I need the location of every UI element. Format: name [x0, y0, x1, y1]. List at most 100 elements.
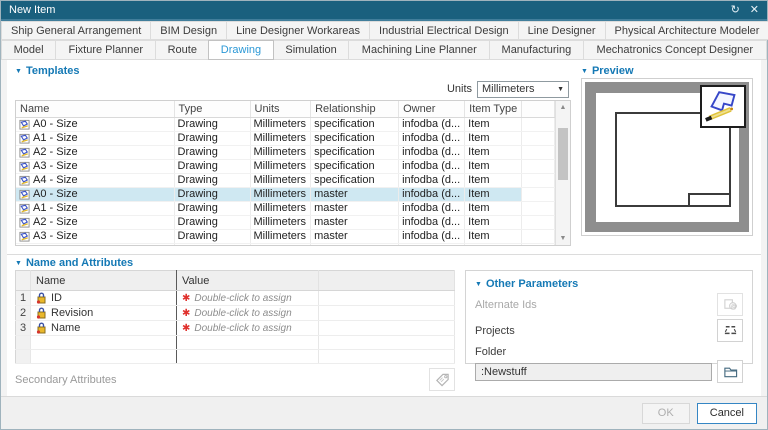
drawing-template-icon	[19, 203, 30, 214]
tab-mechatronics-concept-designer[interactable]: Mechatronics Concept Designer	[583, 40, 767, 60]
cancel-button[interactable]: Cancel	[697, 403, 757, 424]
attribute-row-id[interactable]: 1 ID ✱Double-click to assign	[16, 291, 455, 306]
tab-line-designer-workareas[interactable]: Line Designer Workareas	[226, 21, 370, 40]
tab-drawing[interactable]: Drawing	[208, 40, 274, 60]
title-bar: New Item ↻ ✕	[1, 1, 767, 19]
attribute-row-name[interactable]: 3 Name ✱Double-click to assign	[16, 321, 455, 336]
scroll-up-icon[interactable]: ▲	[560, 101, 567, 114]
templates-panel: ▼ Templates Units Millimeters ▼	[15, 63, 571, 246]
template-preview-image	[585, 82, 749, 232]
col-header-relationship[interactable]: Relationship	[311, 101, 399, 117]
col-header-item-type[interactable]: Item Type	[465, 101, 522, 117]
tab-model[interactable]: Model	[1, 40, 56, 60]
collapse-arrow-icon: ▼	[475, 281, 482, 288]
dialog-footer: OK Cancel	[1, 396, 767, 429]
table-row[interactable]: A4 - Size DrawingMillimetersmasterinfodb…	[16, 243, 555, 246]
folder-browse-button[interactable]	[717, 360, 743, 383]
preview-box	[581, 78, 753, 236]
drawing-template-icon	[19, 245, 30, 247]
tab-ship-general-arrangement[interactable]: Ship General Arrangement	[1, 21, 151, 40]
table-row[interactable]: A3 - Size DrawingMillimetersspecificatio…	[16, 159, 555, 173]
section-divider	[7, 254, 761, 255]
preview-header-label: Preview	[592, 65, 634, 77]
tab-manufacturing[interactable]: Manufacturing	[489, 40, 583, 60]
drawing-template-icon	[19, 175, 30, 186]
templates-section-header[interactable]: ▼ Templates	[15, 65, 571, 77]
close-icon[interactable]: ✕	[750, 1, 759, 19]
tab-row-2: Model Fixture Planner Route Drawing Simu…	[1, 40, 767, 60]
property-lock-icon	[36, 307, 47, 319]
vertical-scrollbar[interactable]: ▲ ▼	[555, 101, 570, 245]
drawing-type-overlay-icon	[700, 85, 746, 128]
drawing-template-icon	[19, 217, 30, 228]
attribute-row-empty[interactable]	[16, 336, 455, 350]
tab-route[interactable]: Route	[155, 40, 209, 60]
col-header-units[interactable]: Units	[250, 101, 311, 117]
secondary-attributes-label: Secondary Attributes	[15, 374, 117, 386]
tag-icon	[435, 372, 450, 387]
ok-button[interactable]: OK	[642, 403, 690, 424]
attribute-row-revision[interactable]: 2 Revision ✱Double-click to assign	[16, 306, 455, 321]
projects-grid-icon	[723, 323, 738, 338]
attr-col-header-value: Value	[177, 271, 319, 291]
tab-row-1: Ship General Arrangement BIM Design Line…	[1, 21, 767, 40]
drawing-template-icon	[19, 133, 30, 144]
secondary-attributes-tag-button[interactable]	[429, 368, 455, 391]
table-row-selected[interactable]: A0 - Size DrawingMillimetersmasterinfodb…	[16, 187, 555, 201]
table-row[interactable]: A4 - Size DrawingMillimetersspecificatio…	[16, 173, 555, 187]
name-attributes-section-header[interactable]: ▼ Name and Attributes	[15, 257, 753, 269]
table-row[interactable]: A2 - Size DrawingMillimetersmasterinfodb…	[16, 215, 555, 229]
folder-input[interactable]	[475, 363, 712, 381]
scrollbar-thumb[interactable]	[558, 128, 568, 180]
table-row[interactable]: A3 - Size DrawingMillimetersmasterinfodb…	[16, 229, 555, 243]
refresh-icon[interactable]: ↻	[731, 1, 740, 19]
attribute-value-cell[interactable]: ✱Double-click to assign	[177, 321, 319, 336]
attribute-value-cell[interactable]: ✱Double-click to assign	[177, 306, 319, 321]
scroll-down-icon[interactable]: ▼	[560, 232, 567, 245]
required-icon: ✱	[182, 293, 190, 304]
required-icon: ✱	[182, 308, 190, 319]
drawing-template-icon	[19, 147, 30, 158]
other-parameters-panel: ▼ Other Parameters Alternate Ids @ Proje…	[465, 270, 753, 364]
other-parameters-section-header[interactable]: ▼ Other Parameters	[475, 278, 743, 290]
collapse-arrow-icon: ▼	[15, 68, 22, 75]
drawing-template-icon	[19, 161, 30, 172]
chevron-down-icon: ▼	[557, 86, 564, 93]
window-title: New Item	[9, 4, 721, 16]
preview-panel: ▼ Preview	[581, 63, 753, 246]
col-header-owner[interactable]: Owner	[399, 101, 465, 117]
projects-button[interactable]	[717, 319, 743, 342]
col-header-name[interactable]: Name	[16, 101, 174, 117]
projects-label: Projects	[475, 325, 515, 337]
alternate-ids-label: Alternate Ids	[475, 299, 537, 311]
attribute-value-cell[interactable]: ✱Double-click to assign	[177, 291, 319, 306]
collapse-arrow-icon: ▼	[15, 260, 22, 267]
other-parameters-header-label: Other Parameters	[486, 278, 578, 290]
scrollbar-track[interactable]	[556, 114, 570, 232]
property-lock-icon	[36, 292, 47, 304]
tab-industrial-electrical-design[interactable]: Industrial Electrical Design	[369, 21, 519, 40]
tab-fixture-planner[interactable]: Fixture Planner	[55, 40, 156, 60]
collapse-arrow-icon: ▼	[581, 68, 588, 75]
svg-text:@: @	[730, 303, 737, 310]
id-at-icon: @	[723, 297, 738, 312]
new-item-dialog: New Item ↻ ✕ Ship General Arrangement BI…	[0, 0, 768, 430]
table-row[interactable]: A1 - Size DrawingMillimetersmasterinfodb…	[16, 201, 555, 215]
tab-machining-line-planner[interactable]: Machining Line Planner	[348, 40, 490, 60]
alternate-ids-button[interactable]: @	[717, 293, 743, 316]
preview-title-block	[688, 193, 730, 208]
templates-header-label: Templates	[26, 65, 80, 77]
tab-bim-design[interactable]: BIM Design	[150, 21, 227, 40]
tab-simulation[interactable]: Simulation	[273, 40, 350, 60]
preview-section-header[interactable]: ▼ Preview	[581, 65, 753, 77]
table-row[interactable]: A0 - Size DrawingMillimetersspecificatio…	[16, 117, 555, 131]
table-row[interactable]: A1 - Size DrawingMillimetersspecificatio…	[16, 131, 555, 145]
property-lock-icon	[36, 322, 47, 334]
tab-line-designer[interactable]: Line Designer	[518, 21, 606, 40]
tab-physical-architecture-modeler[interactable]: Physical Architecture Modeler	[605, 21, 768, 40]
attribute-row-empty[interactable]	[16, 350, 455, 364]
drawing-template-icon	[19, 119, 30, 130]
units-dropdown[interactable]: Millimeters ▼	[477, 81, 569, 98]
col-header-type[interactable]: Type	[174, 101, 250, 117]
table-row[interactable]: A2 - Size DrawingMillimetersspecificatio…	[16, 145, 555, 159]
